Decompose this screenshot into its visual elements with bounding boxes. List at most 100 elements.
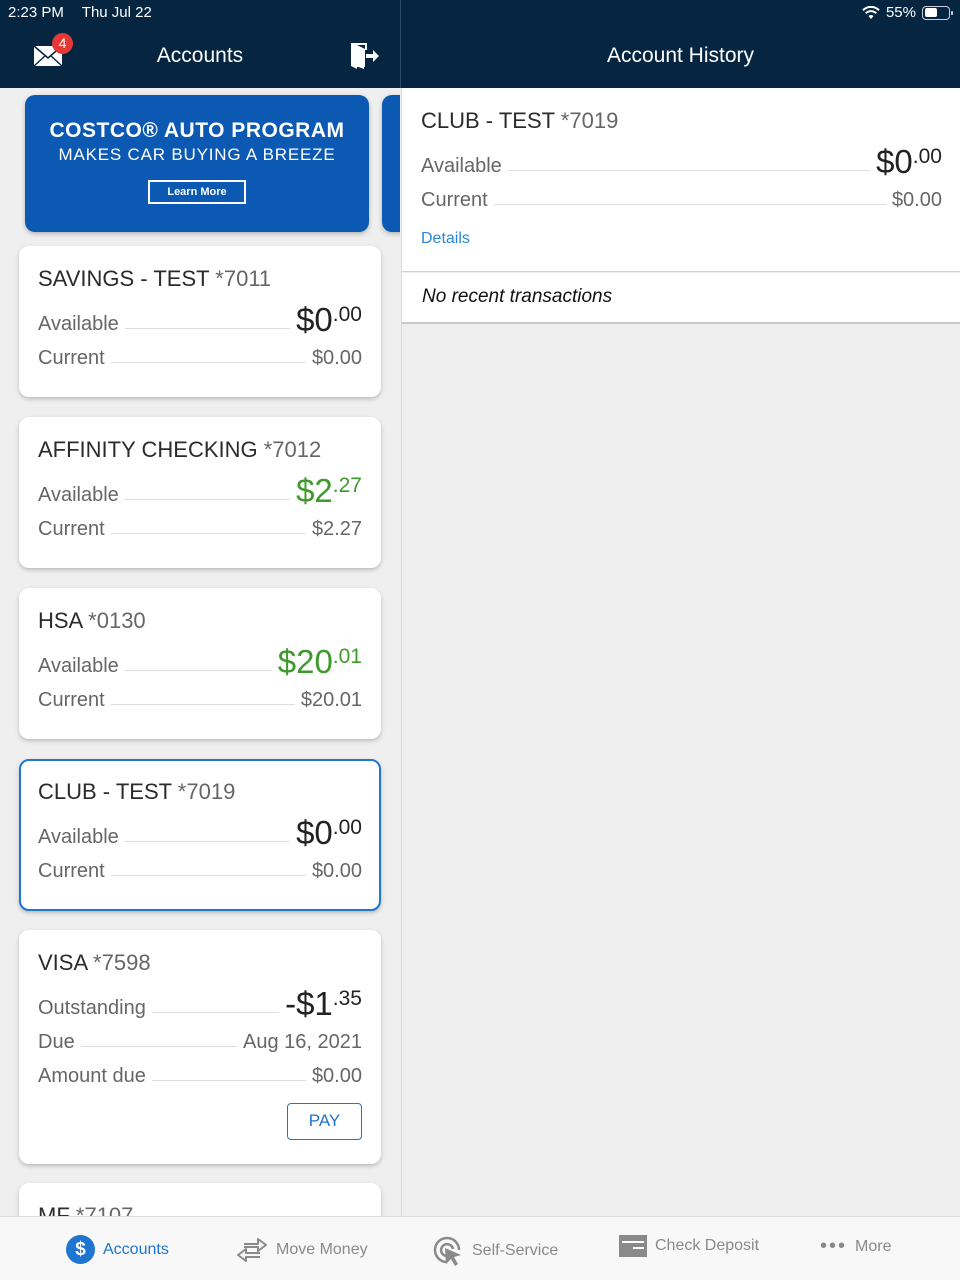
details-link[interactable]: Details [421, 230, 942, 248]
status-time: 2:23 PM [8, 4, 64, 21]
accounts-title: Accounts [156, 44, 244, 67]
account-number: *7107 [75, 1203, 134, 1216]
available-amount: $20.01 [277, 643, 362, 680]
battery-percent: 55% [885, 4, 916, 21]
history-title: Account History [606, 44, 755, 67]
status-date: Thu Jul 22 [81, 4, 152, 21]
amount-due-label: Amount due [38, 1065, 146, 1087]
available-row: Available $0.00 [38, 815, 362, 849]
due-label: Due [38, 1031, 75, 1053]
account-number: *7012 [263, 437, 322, 462]
account-name: HSA [38, 608, 83, 633]
current-row: Current $0.00 [38, 336, 362, 370]
account-card[interactable]: SAVINGS - TEST *7011 Available $0.00 Curr… [19, 246, 381, 397]
top-bar: 2:23 PM Thu Jul 22 55% 4 Accounts Accoun… [0, 0, 960, 88]
tab-self-service[interactable]: Self-Service [432, 1235, 558, 1267]
available-label: Available [38, 313, 119, 335]
promo-subtitle: MAKES CAR BUYING A BREEZE [58, 145, 336, 164]
outstanding-amount: -$1.35 [285, 985, 362, 1022]
tab-label: More [855, 1237, 892, 1255]
wifi-icon [862, 5, 880, 19]
pay-button[interactable]: PAY [287, 1103, 362, 1140]
account-number: *0130 [88, 608, 146, 633]
due-row: Due Aug 16, 2021 [38, 1020, 362, 1054]
transfer-arrows-icon [237, 1238, 267, 1262]
tab-move-money[interactable]: Move Money [236, 1235, 368, 1265]
account-name: CLUB - TEST [421, 108, 555, 133]
account-card-selected[interactable]: CLUB - TEST *7019 Available $0.00 Current… [19, 759, 381, 911]
available-amount: $0.00 [296, 301, 362, 338]
available-row: Available $2.27 [38, 473, 362, 507]
available-amount: $0.00 [296, 814, 362, 851]
account-number: *7011 [215, 266, 272, 291]
account-number: *7019 [560, 108, 619, 133]
learn-more-button[interactable]: Learn More [148, 180, 246, 204]
account-title: MF *7107 [38, 1203, 362, 1216]
current-row: Current $2.27 [38, 507, 362, 541]
tab-label: Move Money [276, 1241, 368, 1258]
account-title: HSA *0130 [38, 608, 362, 636]
current-label: Current [38, 689, 105, 711]
promo-banner[interactable]: COSTCO® AUTO PROGRAM MAKES CAR BUYING A … [25, 95, 369, 232]
current-label: Current [421, 189, 488, 211]
current-amount: $2.27 [311, 518, 362, 540]
tab-label: Self-Service [472, 1242, 559, 1259]
available-amount: $0.00 [876, 143, 942, 180]
accounts-list[interactable]: COSTCO® AUTO PROGRAM MAKES CAR BUYING A … [0, 88, 400, 1216]
account-title: AFFINITY CHECKING *7012 [38, 437, 362, 465]
current-amount: $20.01 [300, 689, 362, 711]
accounts-header: 4 Accounts [0, 28, 400, 88]
tab-label: Accounts [103, 1240, 169, 1258]
due-date: Aug 16, 2021 [243, 1031, 362, 1053]
battery-icon [922, 5, 953, 20]
account-name: MF [38, 1203, 70, 1216]
status-bar-left: 2:23 PM Thu Jul 22 [8, 4, 166, 21]
account-name: SAVINGS - TEST [38, 266, 210, 291]
account-card-partial[interactable]: MF *7107 [19, 1183, 381, 1216]
current-amount: $0.00 [311, 347, 362, 369]
current-amount: $0.00 [311, 860, 362, 882]
account-number: *7019 [177, 779, 236, 804]
promo-title: COSTCO® AUTO PROGRAM [49, 119, 345, 142]
dollar-circle-icon: $ [66, 1235, 95, 1264]
available-label: Available [421, 155, 502, 177]
check-icon [619, 1235, 647, 1257]
account-card[interactable]: AFFINITY CHECKING *7012 Available $2.27 C… [19, 417, 381, 568]
history-summary: CLUB - TEST *7019 Available $0.00 Current… [402, 88, 960, 272]
amount-due-value: $0.00 [311, 1065, 362, 1087]
logout-icon[interactable] [348, 40, 380, 72]
cursor-click-icon [433, 1236, 461, 1266]
available-amount: $2.27 [296, 472, 362, 509]
history-account-title: CLUB - TEST *7019 [421, 108, 942, 136]
no-transactions-message: No recent transactions [402, 273, 960, 324]
outstanding-row: Outstanding -$1.35 [38, 986, 362, 1020]
available-row: Available $20.01 [38, 644, 362, 678]
current-amount: $0.00 [891, 189, 942, 211]
account-number: *7598 [93, 950, 151, 975]
next-promo-peek[interactable] [382, 95, 400, 232]
account-name: CLUB - TEST [38, 779, 172, 804]
tab-more[interactable]: ••• More [820, 1235, 891, 1258]
history-header: Account History [401, 28, 960, 88]
account-name: VISA [38, 950, 87, 975]
tab-label: Check Deposit [655, 1237, 760, 1254]
current-row: Current $0.00 [38, 849, 362, 883]
current-label: Current [38, 860, 105, 882]
current-row: Current $0.00 [421, 178, 942, 212]
visa-card[interactable]: VISA *7598 Outstanding -$1.35 Due Aug 16, … [19, 930, 381, 1164]
account-card[interactable]: HSA *0130 Available $20.01 Current $20.01 [19, 588, 381, 739]
current-label: Current [38, 518, 105, 540]
tab-accounts[interactable]: $ Accounts [66, 1235, 169, 1264]
available-label: Available [38, 826, 119, 848]
outstanding-label: Outstanding [38, 997, 146, 1019]
current-row: Current $20.01 [38, 678, 362, 712]
account-title: CLUB - TEST *7019 [38, 779, 362, 807]
bottom-tab-bar: $ Accounts Move Money Self-Service Check… [0, 1216, 960, 1280]
account-name: AFFINITY CHECKING [38, 437, 258, 462]
available-row: Available $0.00 [421, 144, 942, 178]
account-history-pane: CLUB - TEST *7019 Available $0.00 Current… [401, 88, 960, 1216]
tab-check-deposit[interactable]: Check Deposit [619, 1235, 759, 1257]
current-label: Current [38, 347, 105, 369]
account-title: SAVINGS - TEST *7011 [38, 266, 362, 294]
available-label: Available [38, 484, 119, 506]
